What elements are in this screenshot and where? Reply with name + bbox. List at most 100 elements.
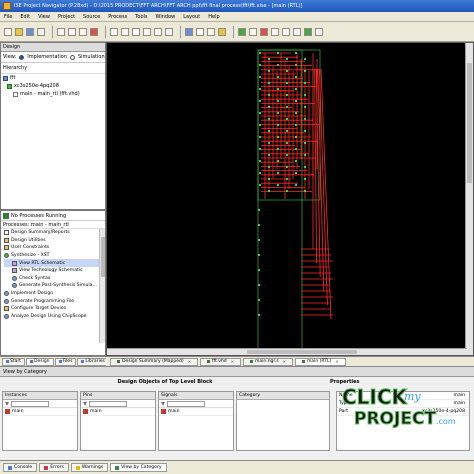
rerun-icon[interactable] <box>249 27 257 36</box>
tab-design-summary[interactable]: Design Summary (Mapped) ✕ <box>110 357 198 366</box>
zoom-in-icon[interactable] <box>143 27 151 36</box>
pins-filter[interactable] <box>81 400 155 408</box>
rtl-schematic[interactable] <box>257 49 349 351</box>
tab-fft-vhd[interactable]: fft.vhd ✕ <box>200 357 242 366</box>
process-item[interactable]: View Technology Schematic <box>4 267 105 275</box>
menu-window[interactable]: Window <box>156 14 176 20</box>
rtl-schematic-view[interactable] <box>106 42 474 356</box>
tab-errors[interactable]: Errors <box>39 463 69 472</box>
tab-view-by-category[interactable]: View by Category <box>110 463 167 472</box>
process-item[interactable]: User Constraints <box>4 244 105 252</box>
tab-main-rtl[interactable]: main (RTL) ✕ <box>295 357 346 366</box>
scrollbar-thumb[interactable] <box>467 63 472 183</box>
filter-input[interactable] <box>167 400 205 407</box>
select-icon[interactable] <box>282 27 290 36</box>
menu-tools[interactable]: Tools <box>135 14 147 20</box>
editor-horizontal-scrollbar[interactable] <box>107 348 467 355</box>
menu-layout[interactable]: Layout <box>183 14 200 20</box>
scrollbar-thumb[interactable] <box>247 350 357 354</box>
redo-icon[interactable] <box>121 27 129 36</box>
print-icon[interactable] <box>37 27 45 36</box>
menu-help[interactable]: Help <box>208 14 219 20</box>
help-icon[interactable] <box>218 27 226 36</box>
delete-icon[interactable] <box>90 27 98 36</box>
find-icon[interactable] <box>132 27 140 36</box>
pan-icon[interactable] <box>293 27 301 36</box>
close-icon[interactable]: ✕ <box>231 359 234 364</box>
filter-input[interactable] <box>89 400 127 407</box>
process-scrollbar[interactable] <box>99 229 105 343</box>
run-icon[interactable] <box>238 27 246 36</box>
menu-project[interactable]: Project <box>58 14 75 20</box>
filter-input[interactable] <box>11 400 49 407</box>
schematic-icon[interactable] <box>271 27 279 36</box>
undo-icon[interactable] <box>110 27 118 36</box>
simulation-radio[interactable] <box>69 54 75 60</box>
list-item[interactable]: main <box>81 408 155 416</box>
menu-edit[interactable]: Edit <box>20 14 30 20</box>
tree-item-device[interactable]: xc3s250e-4pq208 <box>3 82 105 90</box>
process-item[interactable]: Design Summary/Reports <box>4 229 105 237</box>
signals-filter[interactable] <box>159 400 233 408</box>
window-icon[interactable] <box>185 27 193 36</box>
process-item[interactable]: Check Syntax <box>4 275 105 283</box>
copy-icon[interactable] <box>68 27 76 36</box>
menu-view[interactable]: View <box>38 14 50 20</box>
pin-icon <box>83 409 88 414</box>
tab-design[interactable]: Design <box>26 357 54 366</box>
tree-item-main[interactable]: main - main_rtl (fft.vhd) <box>3 90 105 98</box>
process-item[interactable]: Generate Programming File <box>4 297 105 305</box>
save-icon[interactable] <box>26 27 34 36</box>
tab-main-ngr[interactable]: main.ngr.s ✕ <box>243 357 293 366</box>
layout-icon[interactable] <box>196 27 204 36</box>
close-icon[interactable]: ✕ <box>188 359 191 364</box>
logo-line1: CLICK <box>342 385 409 409</box>
menu-source[interactable]: Source <box>83 14 100 20</box>
process-item[interactable]: View RTL Schematic <box>4 259 105 267</box>
schematic-pin <box>258 209 260 211</box>
menu-file[interactable]: File <box>4 14 12 20</box>
tab-console[interactable]: Console <box>3 463 38 472</box>
tree-item-project[interactable]: fft <box>3 74 105 82</box>
zoom-out-icon[interactable] <box>154 27 162 36</box>
process-item[interactable]: Analyze Design Using ChipScope <box>4 313 105 321</box>
list-item[interactable]: main <box>159 408 233 416</box>
open-icon[interactable] <box>15 27 23 36</box>
paste-icon[interactable] <box>79 27 87 36</box>
close-icon[interactable]: ✕ <box>283 359 286 364</box>
tab-files[interactable]: Files <box>54 357 77 366</box>
editor-vertical-scrollbar[interactable] <box>465 43 473 355</box>
simulation-label[interactable]: Simulation <box>78 54 105 60</box>
cut-icon[interactable] <box>57 27 65 36</box>
zoom-fit-icon[interactable] <box>165 27 173 36</box>
back-icon[interactable] <box>315 27 323 36</box>
filter-icon[interactable] <box>5 401 9 406</box>
process-item[interactable]: Generate Post-Synthesis Simula... <box>4 282 105 290</box>
list-item[interactable]: main <box>3 408 77 416</box>
process-item[interactable]: Implement Design <box>4 290 105 298</box>
project-icon <box>3 75 8 81</box>
menu-process[interactable]: Process <box>108 14 127 20</box>
close-icon[interactable]: ✕ <box>335 359 338 364</box>
tab-libraries[interactable]: Libraries <box>77 357 109 366</box>
tab-label: Design Summary (Mapped) <box>122 359 184 364</box>
ok-icon <box>4 253 9 259</box>
process-item[interactable]: Synthesize - XST <box>4 252 105 260</box>
schematic-pin <box>304 70 306 72</box>
view-label: View: <box>3 54 17 60</box>
filter-icon[interactable] <box>161 401 165 406</box>
instances-filter[interactable] <box>3 400 77 408</box>
cascade-icon[interactable] <box>207 27 215 36</box>
implementation-radio[interactable] <box>19 54 25 60</box>
stop-icon[interactable] <box>260 27 268 36</box>
implementation-label[interactable]: Implementation <box>27 54 67 60</box>
instances-column: Instances main <box>2 391 78 451</box>
tab-start[interactable]: Start <box>2 357 25 366</box>
tab-warnings[interactable]: Warnings <box>70 463 109 472</box>
process-item[interactable]: Design Utilities <box>4 237 105 245</box>
scrollbar-thumb[interactable] <box>101 237 105 277</box>
filter-icon[interactable] <box>83 401 87 406</box>
new-icon[interactable] <box>4 27 12 36</box>
forward-icon[interactable] <box>304 27 312 36</box>
process-item[interactable]: Configure Target Device <box>4 305 105 313</box>
